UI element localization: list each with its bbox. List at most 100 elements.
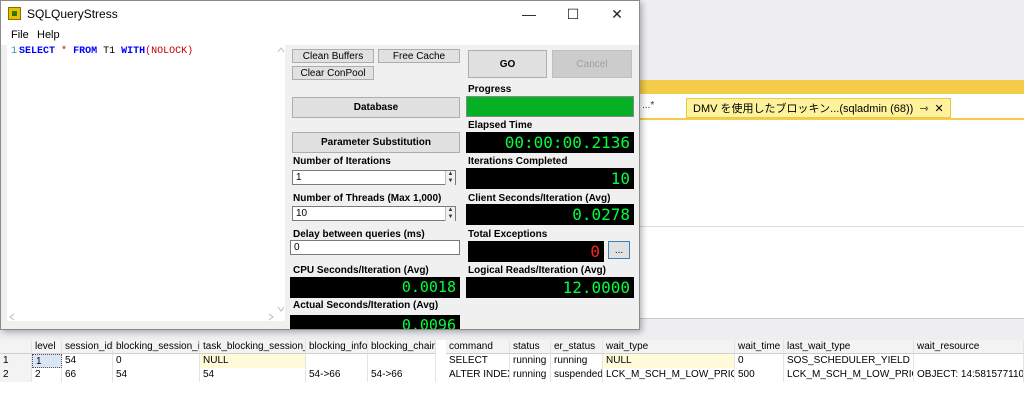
free-cache-button[interactable]: Free Cache — [378, 49, 460, 63]
cancel-button[interactable]: Cancel — [552, 50, 632, 78]
token-table: T1 — [103, 46, 116, 57]
close-button[interactable]: ✕ — [595, 1, 639, 27]
grid-header-rownum — [0, 340, 32, 354]
ssms-tab-label: DMV を使用したブロッキン...(sqladmin (68)) — [693, 103, 914, 115]
ssms-splitter — [640, 226, 1024, 318]
grid-header-level[interactable]: level — [32, 340, 62, 354]
grid-header-task-blocking-session-id[interactable]: task_blocking_session_id — [200, 340, 306, 354]
ssms-tab-active[interactable]: DMV を使用したブロッキン...(sqladmin (68)) ⇾ ✕ — [686, 98, 951, 118]
logical-reads-label: Logical Reads/Iteration (Avg) — [468, 265, 606, 276]
horizontal-scrollbar[interactable] — [7, 313, 277, 321]
progress-label: Progress — [468, 84, 512, 95]
keyword-with: WITH — [121, 46, 146, 57]
line-number: 1 — [10, 46, 17, 57]
grid-header-command[interactable]: command — [446, 340, 510, 354]
cell-command[interactable]: ALTER INDEX — [446, 368, 510, 382]
cell-blocking-session-id[interactable]: 0 — [113, 354, 200, 368]
token-hint: (NOLOCK) — [145, 46, 194, 57]
grid-header-status[interactable]: status — [510, 340, 551, 354]
cell-blocking-chain[interactable]: 54->66 — [368, 368, 436, 382]
grid-header-er-status[interactable]: er_status — [551, 340, 603, 354]
scroll-right-icon — [268, 313, 274, 321]
threads-label: Number of Threads (Max 1,000) — [293, 193, 442, 204]
total-exceptions-label: Total Exceptions — [468, 229, 548, 240]
scroll-up-icon — [277, 47, 285, 53]
minimize-button[interactable]: — — [507, 1, 551, 27]
menu-help[interactable]: Help — [37, 29, 60, 41]
exceptions-details-button[interactable]: ... — [608, 241, 630, 259]
cell-er-status[interactable]: running — [551, 354, 603, 368]
iterations-label: Number of Iterations — [293, 156, 391, 167]
delay-label: Delay between queries (ms) — [293, 229, 425, 240]
cell-task-blocking-session-id[interactable]: NULL — [200, 354, 306, 368]
grid-header-wait-time[interactable]: wait_time — [735, 340, 784, 354]
grid-header-blocking-info[interactable]: blocking_info — [306, 340, 368, 354]
title-bar[interactable]: SQLQueryStress — ☐ ✕ — [1, 1, 639, 27]
table-row[interactable]: 1 1 54 0 NULL SELECT running running NUL… — [0, 354, 1024, 368]
cell-wait-time[interactable]: 500 — [735, 368, 784, 382]
cell-session-id[interactable]: 54 — [62, 354, 113, 368]
threads-input[interactable]: 10 ▲ ▼ — [292, 206, 456, 221]
cell-blocking-chain[interactable] — [368, 354, 436, 368]
cell-blocking-info[interactable] — [306, 354, 368, 368]
row-number[interactable]: 1 — [0, 354, 32, 368]
scroll-left-icon — [9, 313, 15, 321]
cell-er-status[interactable]: suspended — [551, 368, 603, 382]
query-text[interactable]: SELECT * FROM T1 WITH(NOLOCK) — [19, 46, 193, 57]
cell-level[interactable]: 2 — [32, 368, 62, 382]
cell-task-blocking-session-id[interactable]: 54 — [200, 368, 306, 382]
progress-fill — [467, 97, 633, 116]
cell-wait-time[interactable]: 0 — [735, 354, 784, 368]
cell-last-wait-type[interactable]: SOS_SCHEDULER_YIELD — [784, 354, 914, 368]
vertical-scrollbar[interactable] — [277, 45, 285, 321]
elapsed-label: Elapsed Time — [468, 120, 533, 131]
cell-session-id[interactable]: 66 — [62, 368, 113, 382]
grid-header-row: level session_id blocking_session_id tas… — [0, 340, 1024, 354]
cpu-seconds-display: 0.0018 — [290, 277, 460, 298]
go-button[interactable]: GO — [468, 50, 547, 78]
iterations-completed-label: Iterations Completed — [468, 156, 568, 167]
cell-blocking-session-id[interactable]: 54 — [113, 368, 200, 382]
grid-header-blocking-session-id[interactable]: blocking_session_id — [113, 340, 200, 354]
cell-wait-resource[interactable]: OBJECT: 14:581577110:0 — [914, 368, 1024, 382]
menu-file[interactable]: File — [11, 29, 29, 41]
iterations-spinner[interactable]: ▲ ▼ — [445, 171, 455, 185]
sqlquerystress-window: SQLQueryStress — ☐ ✕ File Help 1 SELECT … — [0, 0, 640, 330]
grid-header-wait-resource[interactable]: wait_resource — [914, 340, 1024, 354]
threads-spinner[interactable]: ▲ ▼ — [445, 207, 455, 221]
pin-icon[interactable]: ⇾ — [919, 102, 928, 115]
query-editor[interactable]: 1 SELECT * FROM T1 WITH(NOLOCK) — [7, 45, 285, 321]
results-grid[interactable]: level session_id blocking_session_id tas… — [0, 340, 1024, 417]
client-seconds-label: Client Seconds/Iteration (Avg) — [468, 193, 611, 204]
maximize-button[interactable]: ☐ — [551, 1, 595, 27]
iterations-input[interactable]: 1 ▲ ▼ — [292, 170, 456, 185]
row-number[interactable]: 2 — [0, 368, 32, 382]
cell-status[interactable]: running — [510, 368, 551, 382]
clear-conpool-button[interactable]: Clear ConPool — [292, 66, 374, 80]
cell-status[interactable]: running — [510, 354, 551, 368]
parameter-substitution-button[interactable]: Parameter Substitution — [292, 132, 460, 153]
window-title: SQLQueryStress — [27, 7, 118, 21]
client-seconds-display: 0.0278 — [466, 204, 634, 225]
cell-blocking-info[interactable]: 54->66 — [306, 368, 368, 382]
clean-buffers-button[interactable]: Clean Buffers — [292, 49, 374, 63]
cell-wait-resource[interactable] — [914, 354, 1024, 368]
ssms-left-strip — [0, 330, 640, 340]
grid-header-session-id[interactable]: session_id — [62, 340, 113, 354]
grid-header-blocking-chain[interactable]: blocking_chain — [368, 340, 436, 354]
cell-wait-type[interactable]: LCK_M_SCH_M_LOW_PRIORITY — [603, 368, 735, 382]
close-icon[interactable]: ✕ — [935, 102, 944, 115]
grid-header-last-wait-type[interactable]: last_wait_type — [784, 340, 914, 354]
grid-header-wait-type[interactable]: wait_type — [603, 340, 735, 354]
table-row[interactable]: 2 2 66 54 54 54->66 54->66 ALTER INDEX r… — [0, 368, 1024, 382]
cell-wait-type[interactable]: NULL — [603, 354, 735, 368]
cell-last-wait-type[interactable]: LCK_M_SCH_M_LOW_PRIORITY — [784, 368, 914, 382]
ssms-toolbar-strip — [640, 80, 1024, 94]
menu-bar: File Help — [1, 27, 639, 45]
cell-command[interactable]: SELECT — [446, 354, 510, 368]
delay-input[interactable]: 0 — [290, 240, 460, 255]
cell-level[interactable]: 1 — [32, 354, 62, 368]
database-button[interactable]: Database — [292, 97, 460, 118]
keyword-from: FROM — [73, 46, 98, 57]
ssms-tab-previous[interactable]: ...* — [642, 100, 654, 111]
